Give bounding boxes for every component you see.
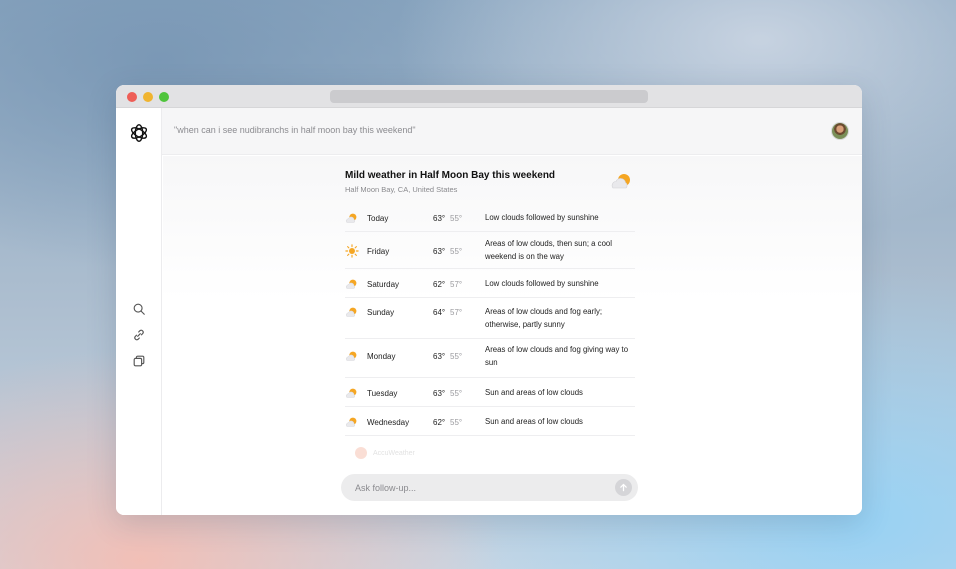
link-icon[interactable] — [132, 328, 146, 342]
weather-title: Mild weather in Half Moon Bay this weeke… — [345, 170, 556, 181]
forecast-high: 62° — [433, 418, 446, 427]
forecast-day: Today — [367, 214, 389, 223]
forecast-low: 55° — [450, 418, 463, 427]
partly-cloudy-icon — [346, 213, 357, 223]
forecast-day: Friday — [367, 247, 390, 256]
sun-icon — [345, 244, 359, 258]
forecast-high: 63° — [433, 352, 446, 361]
forecast-day: Wednesday — [367, 418, 410, 427]
main-content: Mild weather in Half Moon Bay this weeke… — [163, 156, 862, 515]
forecast-high: 63° — [433, 389, 446, 398]
title-bar — [116, 85, 862, 108]
avatar[interactable] — [831, 122, 849, 140]
source-attribution[interactable]: AccuWeather — [345, 443, 481, 463]
forecast-description: Sun and areas of low clouds — [485, 417, 583, 426]
accuweather-icon — [355, 447, 367, 459]
partly-cloudy-icon — [346, 351, 357, 361]
address-bar[interactable] — [330, 90, 648, 103]
partly-cloudy-icon — [346, 388, 357, 398]
forecast-high: 62° — [433, 280, 446, 289]
weather-location: Half Moon Bay, CA, United States — [345, 185, 458, 194]
forecast-low: 57° — [450, 280, 463, 289]
forecast-description: Low clouds followed by sunshine — [485, 213, 599, 222]
forecast-description: Areas of low clouds, then sun; a cool we… — [485, 239, 612, 261]
forecast-description: Areas of low clouds and fog giving way t… — [485, 345, 629, 367]
partly-cloudy-icon — [346, 307, 357, 317]
forecast-low: 55° — [450, 214, 463, 223]
forecast-row: Friday 63° 55° Areas of low clouds, then… — [345, 233, 635, 269]
follow-up-bar — [341, 474, 638, 501]
forecast-high: 63° — [433, 247, 446, 256]
forecast-row: Today 63° 55° Low clouds followed by sun… — [345, 204, 635, 232]
maximize-window-button[interactable] — [159, 92, 169, 102]
forecast-high: 63° — [433, 214, 446, 223]
openai-logo-icon[interactable] — [128, 122, 150, 144]
forecast-row: Wednesday 62° 55° Sun and areas of low c… — [345, 408, 635, 436]
forecast-row: Saturday 62° 57° Low clouds followed by … — [345, 270, 635, 298]
forecast-description: Areas of low clouds and fog early; other… — [485, 307, 603, 329]
forecast-description: Sun and areas of low clouds — [485, 388, 583, 397]
forecast-low: 55° — [450, 352, 463, 361]
forecast-row: Monday 63° 55° Areas of low clouds and f… — [345, 340, 635, 378]
forecast-low: 55° — [450, 247, 463, 256]
arrow-up-icon — [620, 483, 627, 492]
forecast-description: Low clouds followed by sunshine — [485, 279, 599, 288]
follow-up-input[interactable] — [355, 480, 595, 495]
forecast-row: Tuesday 63° 55° Sun and areas of low clo… — [345, 379, 635, 407]
partly-cloudy-icon — [346, 417, 357, 427]
source-label: AccuWeather — [373, 450, 415, 457]
search-query[interactable]: "when can i see nudibranchs in half moon… — [174, 125, 416, 135]
minimize-window-button[interactable] — [143, 92, 153, 102]
copy-icon[interactable] — [132, 354, 146, 368]
forecast-day: Monday — [367, 352, 396, 361]
partly-cloudy-icon — [611, 174, 630, 189]
forecast-day: Tuesday — [367, 389, 398, 398]
forecast-high: 64° — [433, 308, 446, 317]
sidebar — [116, 108, 162, 515]
forecast-low: 57° — [450, 308, 463, 317]
forecast-row: Sunday 64° 57° Areas of low clouds and f… — [345, 299, 635, 339]
forecast-day: Sunday — [367, 308, 395, 317]
app-window: "when can i see nudibranchs in half moon… — [116, 85, 862, 515]
search-icon[interactable] — [132, 302, 146, 316]
send-button[interactable] — [615, 479, 632, 496]
forecast-day: Saturday — [367, 280, 400, 289]
forecast-low: 55° — [450, 389, 463, 398]
query-bar: "when can i see nudibranchs in half moon… — [162, 108, 862, 155]
partly-cloudy-icon — [346, 279, 357, 289]
close-window-button[interactable] — [127, 92, 137, 102]
